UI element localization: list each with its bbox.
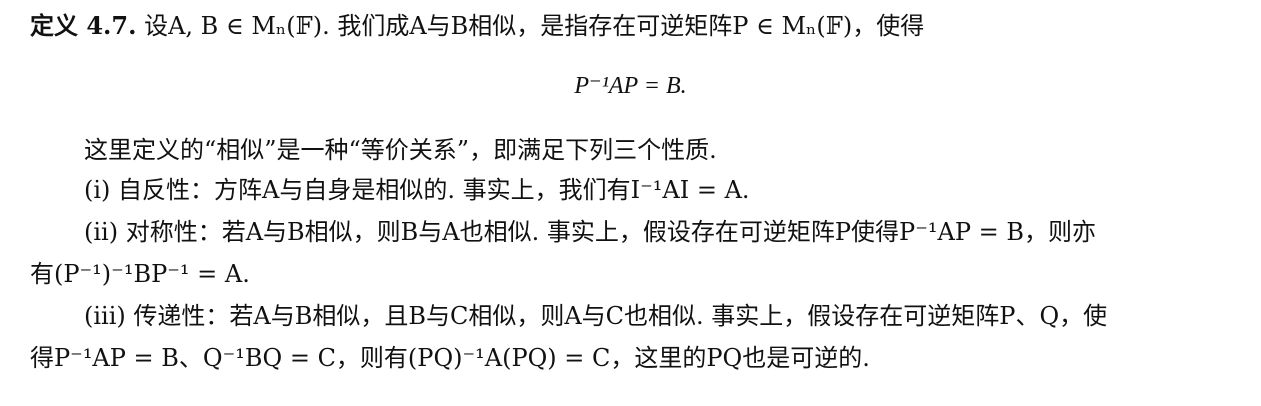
property-symmetric-line1: (ii) 对称性：若A与B相似，则B与A也相似. 事实上，假设存在可逆矩阵P使得… xyxy=(84,218,1096,246)
intro-paragraph: 这里定义的“相似”是一种“等价关系”，即满足下列三个性质. xyxy=(84,136,717,164)
display-equation: P⁻¹AP = B. xyxy=(574,73,687,99)
property-transitive-line1: (iii) 传递性：若A与B相似，且B与C相似，则A与C也相似. 事实上，假设存… xyxy=(84,302,1108,330)
document-page: 定义 4.7. 设A, B ∈ Mₙ(𝔽). 我们成A与B相似，是指存在可逆矩阵… xyxy=(0,0,1261,406)
property-symmetric-line2: 有(P⁻¹)⁻¹BP⁻¹ = A. xyxy=(30,260,250,288)
definition-label: 定义 4.7. xyxy=(30,11,137,40)
property-transitive-line2: 得P⁻¹AP = B、Q⁻¹BQ = C，则有(PQ)⁻¹A(PQ) = C，这… xyxy=(30,344,870,372)
definition-text: 设A, B ∈ Mₙ(𝔽). 我们成A与B相似，是指存在可逆矩阵P ∈ Mₙ(𝔽… xyxy=(136,12,925,40)
definition-line: 定义 4.7. 设A, B ∈ Mₙ(𝔽). 我们成A与B相似，是指存在可逆矩阵… xyxy=(30,10,1241,42)
property-reflexive: (i) 自反性：方阵A与自身是相似的. 事实上，我们有I⁻¹AI = A. xyxy=(84,176,750,204)
